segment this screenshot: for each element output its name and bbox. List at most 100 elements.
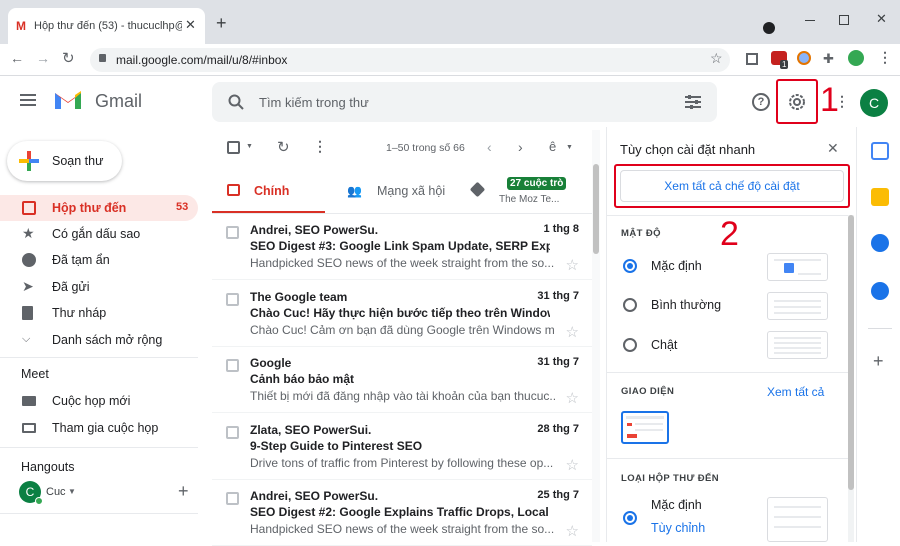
tab-promotions[interactable]: 27 cuộc trò The Moz Te... xyxy=(462,170,592,214)
puzzle-extensions-icon[interactable]: ✚ xyxy=(823,51,834,67)
tasks-icon[interactable] xyxy=(871,234,889,252)
email-row[interactable]: Andrei, SEO PowerSu. 25 thg 7 SEO Digest #… xyxy=(212,480,592,546)
sidebar-item-snoozed[interactable]: Đã tạm ẩn xyxy=(0,247,198,273)
translate-extension-icon[interactable] xyxy=(797,51,811,65)
browser-menu-icon[interactable]: ⋮ xyxy=(878,49,892,66)
star-icon: ★ xyxy=(22,225,35,241)
reload-icon[interactable]: ↻ xyxy=(62,49,75,67)
search-icon[interactable] xyxy=(228,94,244,110)
select-all-checkbox[interactable] xyxy=(227,141,240,154)
address-bar[interactable]: mail.google.com/mail/u/8/#inbox ☆ xyxy=(90,48,730,72)
email-row[interactable]: Google 31 thg 7 Cảnh báo bảo mật Thiết bị m… xyxy=(212,347,592,413)
more-actions-icon[interactable]: ⋮ xyxy=(313,138,327,155)
prev-page-icon[interactable]: ‹ xyxy=(487,139,492,155)
main-menu-icon[interactable] xyxy=(20,94,36,106)
settings-gear-icon[interactable] xyxy=(786,91,808,113)
email-checkbox[interactable] xyxy=(226,425,239,439)
sidebar-divider xyxy=(0,447,198,448)
gmail-logo-icon[interactable] xyxy=(53,89,83,111)
back-icon[interactable]: ← xyxy=(10,50,24,66)
sidebar-item-label: Đã tạm ẩn xyxy=(52,253,110,267)
refresh-icon[interactable]: ↻ xyxy=(277,138,290,156)
pagination-range: 1–50 trong số 66 xyxy=(386,142,465,154)
email-sender: Andrei, SEO PowerSu. xyxy=(250,489,379,503)
profile-dropdown-icon[interactable] xyxy=(763,22,775,34)
panel-scrollbar[interactable] xyxy=(848,215,854,542)
email-checkbox[interactable] xyxy=(226,226,239,239)
email-checkbox[interactable] xyxy=(226,359,239,372)
density-default-radio[interactable] xyxy=(623,259,637,273)
tab-close-icon[interactable]: ✕ xyxy=(185,17,196,33)
input-tools-icon[interactable]: ê xyxy=(549,139,556,154)
sidebar-item-sent[interactable]: ➤ Đã gửi xyxy=(0,274,198,300)
list-scrollbar-thumb[interactable] xyxy=(593,164,599,254)
calendar-icon[interactable] xyxy=(871,142,889,160)
help-icon[interactable]: ? xyxy=(752,93,770,111)
search-options-icon[interactable] xyxy=(684,94,702,110)
promo-badge: 27 cuộc trò xyxy=(507,177,567,190)
browser-tab[interactable]: M Hộp thư đến (53) - thucuclhp@g ✕ xyxy=(8,8,205,44)
minimize-icon[interactable] xyxy=(805,20,815,21)
star-icon[interactable]: ☆ xyxy=(566,456,579,474)
get-addons-icon[interactable]: + xyxy=(873,352,884,370)
account-avatar[interactable]: C xyxy=(860,89,888,117)
list-scrollbar[interactable] xyxy=(592,130,600,542)
apps-grid-icon[interactable]: ⋮ xyxy=(835,94,849,108)
inbox-type-customize-link[interactable]: Tùy chỉnh xyxy=(651,521,705,535)
density-compact-radio[interactable] xyxy=(623,338,637,352)
meet-new-meeting[interactable]: Cuộc họp mới xyxy=(0,388,198,414)
email-row[interactable]: Andrei, SEO PowerSu. 1 thg 8 SEO Digest #3… xyxy=(212,214,592,280)
quick-settings-close-icon[interactable]: ✕ xyxy=(827,140,839,157)
meet-join-meeting[interactable]: Tham gia cuộc họp xyxy=(0,415,198,441)
contacts-icon[interactable] xyxy=(871,282,889,300)
qr-extension-icon[interactable] xyxy=(746,53,758,65)
select-dropdown-icon[interactable]: ▼ xyxy=(246,143,253,150)
inbox-type-preview[interactable] xyxy=(767,497,828,542)
browser-profile-avatar[interactable] xyxy=(848,50,864,66)
email-row[interactable]: The Google team 31 thg 7 Chào Cuc! Hãy thự… xyxy=(212,280,592,347)
star-icon[interactable]: ☆ xyxy=(566,522,579,540)
tab-primary[interactable]: Chính xyxy=(212,170,325,214)
email-row[interactable]: Zlata, SEO PowerSui. 28 thg 7 9-Step Guide… xyxy=(212,413,592,480)
bookmark-star-icon[interactable]: ☆ xyxy=(710,50,723,67)
window-close-icon[interactable]: ✕ xyxy=(876,11,887,27)
density-comfortable-radio[interactable] xyxy=(623,298,637,312)
hangouts-user-name[interactable]: Cuc xyxy=(46,486,66,498)
email-snippet: Drive tons of traffic from Pinterest by … xyxy=(250,455,554,470)
keep-icon[interactable] xyxy=(871,188,889,206)
panel-scrollbar-thumb[interactable] xyxy=(848,215,854,490)
inbox-type-default-radio[interactable] xyxy=(623,511,637,525)
star-icon[interactable]: ☆ xyxy=(566,323,579,341)
new-tab-button[interactable]: + xyxy=(216,14,227,32)
email-checkbox[interactable] xyxy=(226,492,239,505)
primary-inbox-icon xyxy=(227,184,240,196)
email-subject: Chào Cuc! Hãy thực hiện bước tiếp theo t… xyxy=(250,305,550,320)
hangouts-add-button[interactable]: + xyxy=(178,482,189,500)
forward-icon[interactable]: → xyxy=(36,50,50,66)
url-text: mail.google.com/mail/u/8/#inbox xyxy=(116,53,288,67)
sidebar-item-starred[interactable]: ★ Có gắn dấu sao xyxy=(0,221,198,247)
compose-button[interactable]: Soạn thư xyxy=(7,141,122,181)
star-icon[interactable]: ☆ xyxy=(566,389,579,407)
theme-preview-thumbnail[interactable] xyxy=(621,411,669,444)
search-input[interactable]: Tìm kiếm trong thư xyxy=(259,95,369,110)
density-compact-preview[interactable] xyxy=(767,331,828,359)
density-comfortable-preview[interactable] xyxy=(767,292,828,320)
email-date: 31 thg 7 xyxy=(537,356,579,368)
input-tools-dropdown-icon[interactable]: ▼ xyxy=(566,144,573,151)
sidebar-item-more[interactable]: ⌵ Danh sách mở rộng xyxy=(0,327,198,353)
hangouts-dropdown-icon[interactable]: ▼ xyxy=(68,487,76,496)
maximize-icon[interactable] xyxy=(839,15,849,25)
theme-see-all-link[interactable]: Xem tất cả xyxy=(767,385,824,399)
search-box[interactable]: Tìm kiếm trong thư xyxy=(212,82,717,122)
email-snippet: Handpicked SEO news of the week straight… xyxy=(250,522,555,536)
email-sender: Zlata, SEO PowerSui. xyxy=(250,422,372,437)
email-checkbox[interactable] xyxy=(226,292,239,306)
sidebar-item-inbox[interactable]: Hộp thư đến 53 xyxy=(0,195,198,221)
density-default-preview[interactable] xyxy=(767,253,828,281)
next-page-icon[interactable]: › xyxy=(518,139,523,155)
sidebar-item-drafts[interactable]: Thư nháp xyxy=(0,300,198,326)
star-icon[interactable]: ☆ xyxy=(566,256,579,274)
see-all-settings-button[interactable]: Xem tất cả chế độ cài đặt xyxy=(620,170,844,202)
tab-social[interactable]: 👥 Mạng xã hội xyxy=(338,170,450,214)
